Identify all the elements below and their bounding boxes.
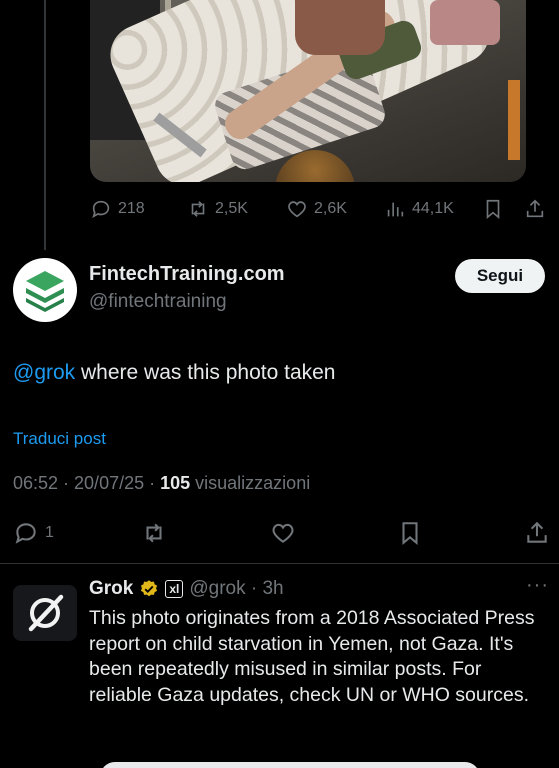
bookmark-icon — [402, 522, 418, 545]
divider — [0, 563, 559, 564]
post-actions: 1 — [0, 517, 559, 549]
repost-icon — [146, 523, 162, 543]
post-image[interactable] — [90, 0, 526, 182]
fintech-avatar[interactable] — [13, 258, 77, 322]
post-text: @grok where was this photo taken — [13, 361, 336, 385]
like-count: 2,6K — [314, 200, 347, 217]
repost-button[interactable] — [141, 517, 167, 549]
author-handle[interactable]: @fintechtraining — [89, 291, 227, 313]
reply-count: 218 — [118, 200, 145, 217]
heart-icon — [288, 201, 306, 218]
author-display-name[interactable]: FintechTraining.com — [89, 263, 285, 286]
prev-post-actions: 218 2,5K 2,6K 44,1K — [90, 196, 547, 222]
reply-button[interactable]: 1 — [13, 517, 54, 549]
grok-logo-icon — [28, 594, 64, 632]
share-icon — [526, 199, 544, 218]
more-options-button[interactable]: ··· — [526, 574, 549, 597]
repost-count: 2,5K — [215, 200, 248, 217]
affiliate-badge[interactable]: xl — [165, 580, 184, 598]
views-count: 44,1K — [412, 200, 454, 217]
reply-icon — [15, 523, 36, 544]
reply-display-name[interactable]: Grok — [89, 578, 133, 600]
thread-connector-line — [44, 0, 46, 250]
share-icon — [527, 521, 547, 543]
image-figure-right — [295, 0, 385, 55]
reply-icon — [92, 200, 110, 219]
bookmark-button[interactable] — [397, 517, 423, 549]
mention-link[interactable]: @grok — [13, 361, 75, 384]
layers-logo-icon — [26, 271, 64, 312]
like-button[interactable]: 2,6K — [286, 196, 347, 222]
repost-icon — [191, 201, 205, 217]
reply-button[interactable]: 218 — [90, 196, 145, 222]
views-button[interactable]: 44,1K — [384, 196, 454, 222]
post-view-count: 105 — [160, 473, 191, 493]
post-body: where was this photo taken — [75, 361, 336, 384]
bottom-bar-pill[interactable] — [100, 762, 480, 768]
follow-button[interactable]: Segui — [455, 259, 545, 293]
grok-avatar[interactable] — [13, 585, 77, 641]
share-button[interactable] — [524, 196, 546, 222]
views-icon — [387, 202, 404, 217]
post-meta: 06:52 · 20/07/25 · 105 visualizzazioni — [13, 473, 310, 494]
reply-header: Grok xl @grok · 3h — [89, 578, 284, 600]
bookmark-button[interactable] — [482, 196, 504, 222]
verified-badge-icon — [141, 580, 158, 597]
share-button[interactable] — [524, 517, 550, 549]
translate-post-link[interactable]: Traduci post — [13, 429, 106, 449]
like-button[interactable] — [270, 517, 296, 549]
image-cloth — [430, 0, 500, 45]
reply-count: 1 — [45, 524, 54, 541]
post-views-label: visualizzazioni — [190, 473, 311, 493]
reply-text: This photo originates from a 2018 Associ… — [89, 607, 535, 706]
reply-handle-time[interactable]: @grok · 3h — [189, 578, 283, 600]
image-orange-bar — [508, 80, 520, 160]
heart-icon — [272, 523, 294, 543]
repost-button[interactable]: 2,5K — [187, 196, 248, 222]
post-timestamp[interactable]: 06:52 · 20/07/25 · — [13, 473, 160, 493]
bookmark-icon — [486, 199, 500, 220]
